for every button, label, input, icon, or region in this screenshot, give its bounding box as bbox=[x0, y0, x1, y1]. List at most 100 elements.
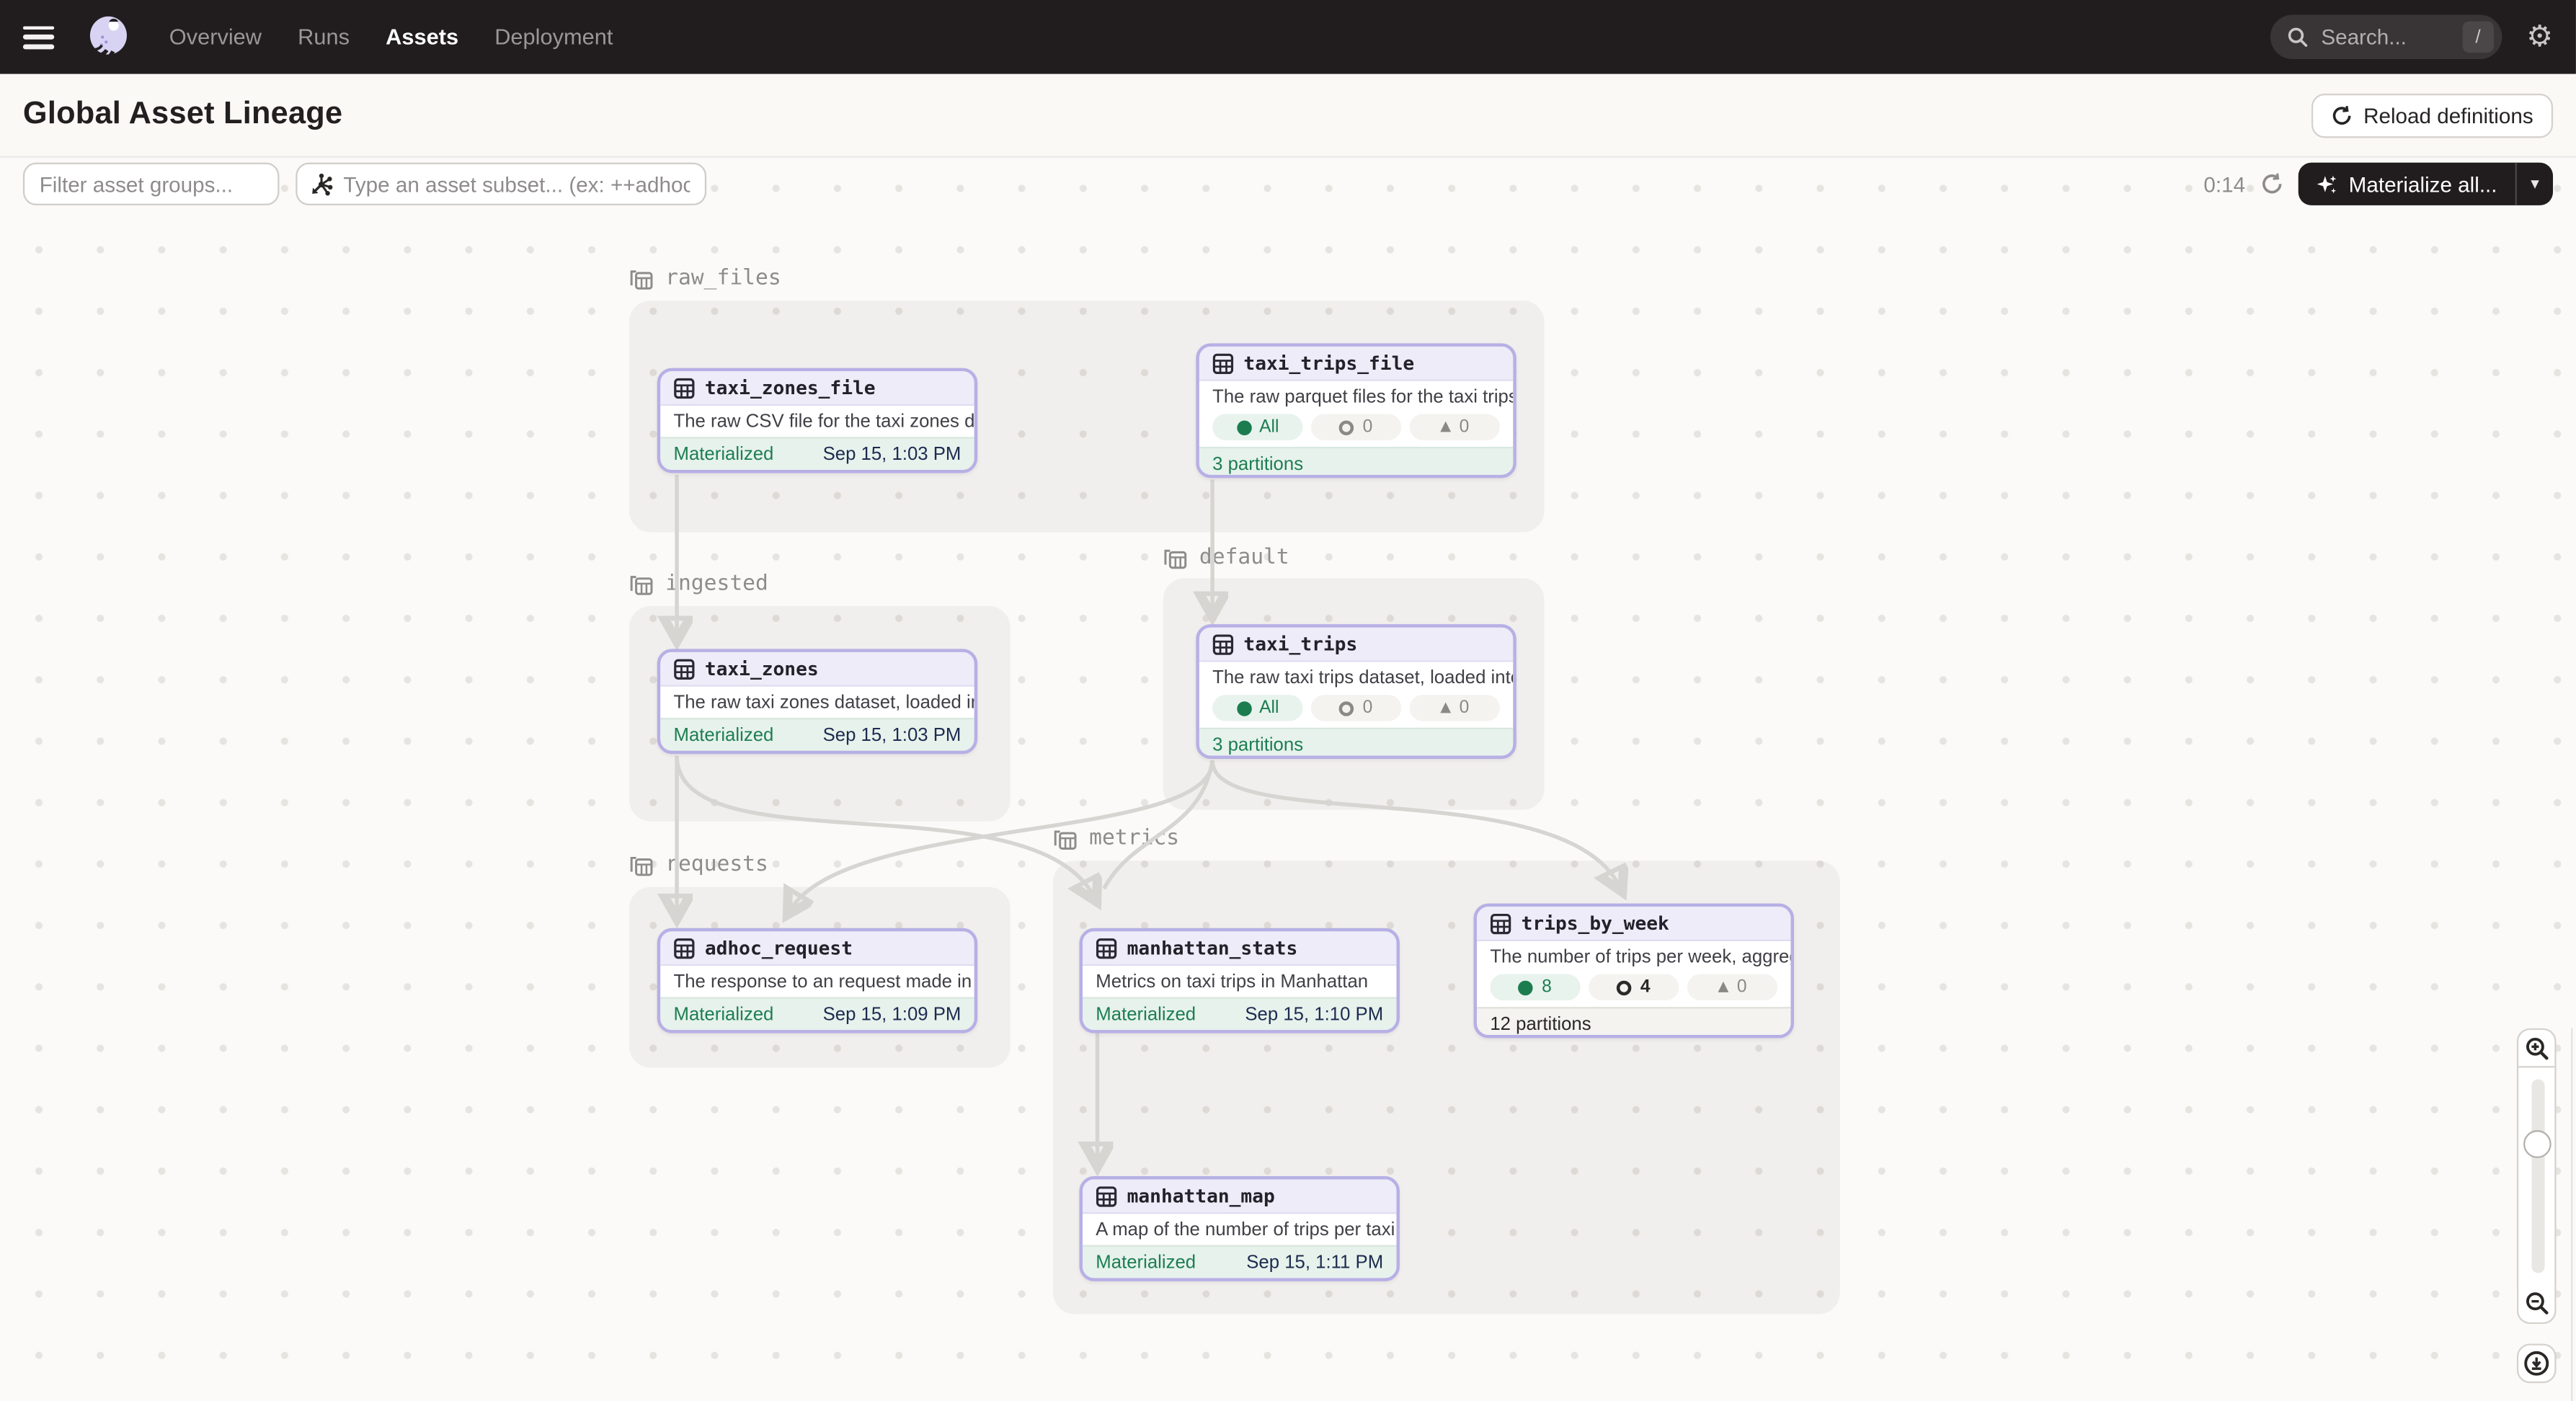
status-label: Materialized bbox=[674, 445, 774, 464]
edge-taxi_trips-to-adhoc_request bbox=[790, 760, 1212, 909]
table-icon bbox=[674, 377, 696, 399]
asset-name: manhattan_stats bbox=[1127, 936, 1298, 959]
search-input[interactable]: Search... / bbox=[2270, 15, 2502, 60]
asset-node-taxi_trips[interactable]: taxi_trips The raw taxi trips dataset, l… bbox=[1196, 624, 1516, 759]
asset-name: taxi_zones bbox=[705, 657, 819, 680]
node-header: taxi_zones bbox=[660, 652, 974, 687]
zoom-slider-thumb[interactable] bbox=[2523, 1130, 2551, 1158]
edge-taxi_zones-to-manhattan_stats bbox=[677, 755, 1094, 897]
failed-partitions-pill: 0 bbox=[1311, 695, 1401, 721]
reload-definitions-button[interactable]: Reload definitions bbox=[2311, 93, 2553, 138]
node-header: trips_by_week bbox=[1477, 907, 1790, 941]
topbar-right: Search... / ⚙ bbox=[2270, 15, 2553, 60]
refresh-icon[interactable] bbox=[2260, 172, 2283, 195]
nav-links: Overview Runs Assets Deployment bbox=[169, 25, 613, 49]
asset-description: Metrics on taxi trips in Manhattan bbox=[1083, 966, 1396, 997]
asset-node-manhattan_stats[interactable]: manhattan_stats Metrics on taxi trips in… bbox=[1080, 928, 1400, 1033]
missing-partitions-pill: ▲0 bbox=[1410, 695, 1500, 721]
table-icon bbox=[1096, 937, 1117, 959]
search-placeholder: Search... bbox=[2321, 25, 2449, 49]
table-icon bbox=[1096, 1186, 1117, 1207]
table-icon bbox=[1212, 633, 1234, 655]
asset-name: adhoc_request bbox=[705, 936, 853, 959]
missing-partitions-pill: ▲0 bbox=[1687, 974, 1777, 1000]
caret-down-icon: ▾ bbox=[2531, 175, 2539, 193]
nav-item-runs[interactable]: Runs bbox=[298, 25, 350, 49]
download-icon bbox=[2523, 1351, 2549, 1376]
zoom-in-button[interactable] bbox=[2517, 1028, 2557, 1068]
ring-icon bbox=[1617, 980, 1633, 995]
node-header: manhattan_map bbox=[1083, 1180, 1396, 1214]
asset-description: The raw parquet files for the taxi trips… bbox=[1199, 381, 1513, 412]
node-header: manhattan_stats bbox=[1083, 931, 1396, 966]
asset-name: manhattan_map bbox=[1127, 1184, 1275, 1207]
materialized-partitions-pill: All bbox=[1212, 695, 1302, 721]
node-status-row: Materialized Sep 15, 1:11 PM bbox=[1083, 1245, 1396, 1278]
node-status-row: Materialized Sep 15, 1:03 PM bbox=[660, 718, 974, 751]
asset-node-taxi_zones_file[interactable]: taxi_zones_file The raw CSV file for the… bbox=[657, 368, 977, 473]
asset-node-manhattan_map[interactable]: manhattan_map A map of the number of tri… bbox=[1080, 1176, 1400, 1281]
status-label: Materialized bbox=[1096, 1253, 1196, 1272]
asset-node-trips_by_week[interactable]: trips_by_week The number of trips per we… bbox=[1474, 904, 1794, 1038]
search-icon bbox=[2286, 26, 2308, 48]
zoom-in-icon bbox=[2524, 1036, 2549, 1060]
materialization-timestamp: Sep 15, 1:09 PM bbox=[823, 1005, 961, 1024]
nav-item-overview[interactable]: Overview bbox=[169, 25, 262, 49]
partition-health-row: All 0 ▲0 bbox=[1199, 412, 1513, 447]
asset-name: taxi_zones_file bbox=[705, 376, 876, 399]
ring-icon bbox=[1340, 419, 1355, 435]
materialized-partitions-pill: All bbox=[1212, 414, 1302, 440]
materialize-label: Materialize all... bbox=[2349, 172, 2497, 196]
zoom-slider-track bbox=[2531, 1080, 2544, 1273]
nav-item-assets[interactable]: Assets bbox=[386, 25, 458, 49]
top-navigation: Overview Runs Assets Deployment Search..… bbox=[0, 0, 2576, 74]
table-icon bbox=[1212, 352, 1234, 374]
refresh-countdown: 0:14 bbox=[2203, 172, 2245, 196]
asset-subset-input[interactable] bbox=[296, 163, 706, 205]
asset-node-adhoc_request[interactable]: adhoc_request The response to an request… bbox=[657, 928, 977, 1033]
partitions-count: 12 partitions bbox=[1490, 1014, 1591, 1033]
materialization-timestamp: Sep 15, 1:11 PM bbox=[1246, 1253, 1383, 1272]
filter-asset-groups-input[interactable] bbox=[23, 163, 280, 205]
filled-circle-icon bbox=[1519, 980, 1534, 995]
asset-node-taxi_trips_file[interactable]: taxi_trips_file The raw parquet files fo… bbox=[1196, 343, 1516, 478]
node-header: taxi_trips bbox=[1199, 628, 1513, 662]
materialize-options-caret[interactable]: ▾ bbox=[2515, 163, 2553, 205]
nav-item-deployment[interactable]: Deployment bbox=[494, 25, 613, 49]
partitions-footer: 3 partitions bbox=[1199, 447, 1513, 478]
partitions-count: 3 partitions bbox=[1212, 454, 1303, 473]
asset-description: The raw taxi trips dataset, loaded into … bbox=[1199, 662, 1513, 693]
asset-description: The raw CSV file for the taxi zones dat.… bbox=[660, 406, 974, 437]
node-header: taxi_trips_file bbox=[1199, 347, 1513, 381]
failed-partitions-pill: 0 bbox=[1311, 414, 1401, 440]
zoom-out-button[interactable] bbox=[2517, 1284, 2557, 1324]
search-shortcut-badge: / bbox=[2462, 22, 2493, 53]
asset-subset-input-wrap bbox=[296, 163, 706, 205]
node-status-row: Materialized Sep 15, 1:10 PM bbox=[1083, 997, 1396, 1031]
status-label: Materialized bbox=[674, 1005, 774, 1024]
table-icon bbox=[674, 658, 696, 680]
asset-description: A map of the number of trips per taxi z.… bbox=[1083, 1214, 1396, 1245]
partition-health-row: All 0 ▲0 bbox=[1199, 693, 1513, 728]
download-image-button[interactable] bbox=[2517, 1343, 2557, 1383]
asset-description: The response to an request made in th... bbox=[660, 966, 974, 997]
table-icon bbox=[1490, 912, 1511, 934]
gear-icon[interactable]: ⚙ bbox=[2526, 22, 2553, 52]
lineage-canvas[interactable]: raw_files ingested default bbox=[0, 158, 2576, 1401]
triangle-icon: ▲ bbox=[1718, 980, 1729, 994]
partitions-footer: 3 partitions bbox=[1199, 728, 1513, 759]
filled-circle-icon bbox=[1236, 700, 1251, 716]
asset-name: trips_by_week bbox=[1522, 912, 1669, 935]
zoom-out-icon bbox=[2524, 1291, 2549, 1316]
zoom-slider[interactable] bbox=[2517, 1068, 2557, 1285]
lineage-toolbar: 0:14 Materialize all... bbox=[0, 161, 2576, 207]
dagster-logo-icon bbox=[84, 12, 133, 61]
materialize-all-button[interactable]: Materialize all... bbox=[2298, 163, 2515, 205]
asset-node-taxi_zones[interactable]: taxi_zones The raw taxi zones dataset, l… bbox=[657, 649, 977, 754]
asset-name: taxi_trips_file bbox=[1243, 352, 1414, 375]
failed-partitions-pill: 4 bbox=[1589, 974, 1679, 1000]
triangle-icon: ▲ bbox=[1440, 701, 1451, 715]
materialization-timestamp: Sep 15, 1:10 PM bbox=[1245, 1005, 1383, 1024]
page-title: Global Asset Lineage bbox=[23, 97, 342, 133]
menu-icon[interactable] bbox=[23, 25, 54, 48]
